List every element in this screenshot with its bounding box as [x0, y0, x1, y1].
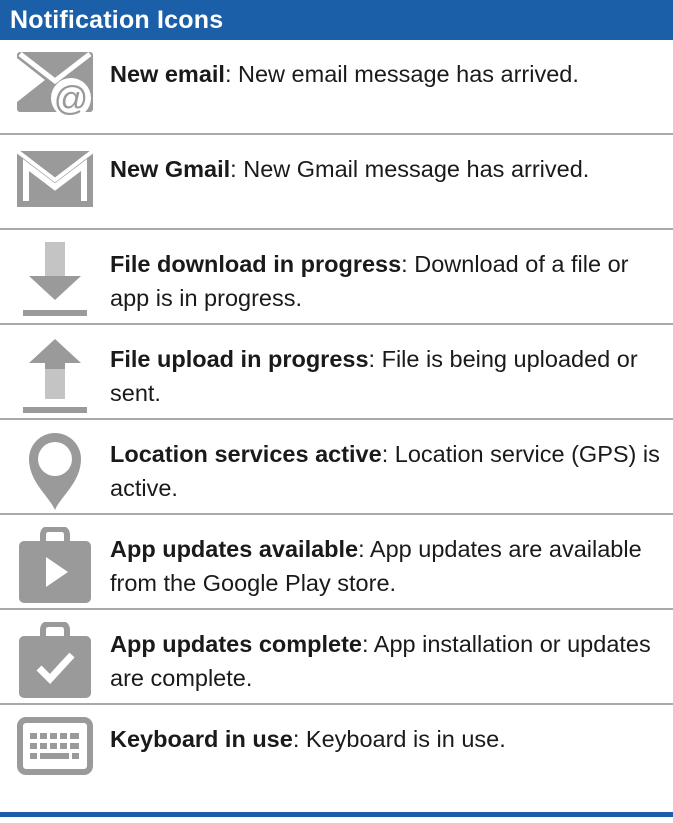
- table-row: File download in progress: Download of a…: [0, 230, 673, 325]
- svg-text:@: @: [54, 80, 89, 116]
- location-pin-icon: [0, 420, 110, 513]
- item-term: Location services active: [110, 441, 382, 467]
- list-item-text: Location services active: Location servi…: [110, 420, 673, 513]
- item-term: App updates available: [110, 536, 359, 562]
- list-item-text: File download in progress: Download of a…: [110, 230, 673, 323]
- list-item-text: App updates available: App updates are a…: [110, 515, 673, 608]
- item-description: New email message has arrived.: [231, 61, 579, 87]
- item-term: App updates complete: [110, 631, 363, 657]
- table-row: App updates available: App updates are a…: [0, 515, 673, 610]
- item-term: File download in progress: [110, 251, 402, 277]
- list-item-text: Keyboard in use: Keyboard is in use.: [110, 705, 673, 822]
- table-row: App updates complete: App installation o…: [0, 610, 673, 705]
- list-item-text: App updates complete: App installation o…: [110, 610, 673, 703]
- item-description: Keyboard is in use.: [299, 726, 506, 752]
- notification-icon-table: @ New email: New email message has arriv…: [0, 40, 673, 822]
- table-row: @ New email: New email message has arriv…: [0, 40, 673, 135]
- list-item-text: New email: New email message has arrived…: [110, 40, 673, 133]
- item-term: New email: [110, 61, 225, 87]
- item-term: File upload in progress: [110, 346, 369, 372]
- table-row: Keyboard in use: Keyboard is in use.: [0, 705, 673, 822]
- upload-arrow-icon: [0, 325, 110, 418]
- notification-icons-page: Notification Icons @ New email: New emai…: [0, 0, 673, 823]
- item-description: New Gmail message has arrived.: [236, 156, 590, 182]
- gmail-icon: [0, 135, 110, 228]
- section-header: Notification Icons: [0, 0, 673, 40]
- keyboard-icon: [0, 705, 110, 822]
- download-arrow-icon: [0, 230, 110, 323]
- item-term: New Gmail: [110, 156, 231, 182]
- table-row: Location services active: Location servi…: [0, 420, 673, 515]
- table-row: New Gmail: New Gmail message has arrived…: [0, 135, 673, 230]
- play-store-bag-icon: [0, 515, 110, 608]
- footer-divider: [0, 812, 673, 817]
- table-row: File upload in progress: File is being u…: [0, 325, 673, 420]
- bag-checkmark-icon: [0, 610, 110, 703]
- list-item-text: File upload in progress: File is being u…: [110, 325, 673, 418]
- section-title: Notification Icons: [10, 5, 224, 34]
- email-at-icon: @: [0, 40, 110, 133]
- list-item-text: New Gmail: New Gmail message has arrived…: [110, 135, 673, 228]
- item-term: Keyboard in use: [110, 726, 293, 752]
